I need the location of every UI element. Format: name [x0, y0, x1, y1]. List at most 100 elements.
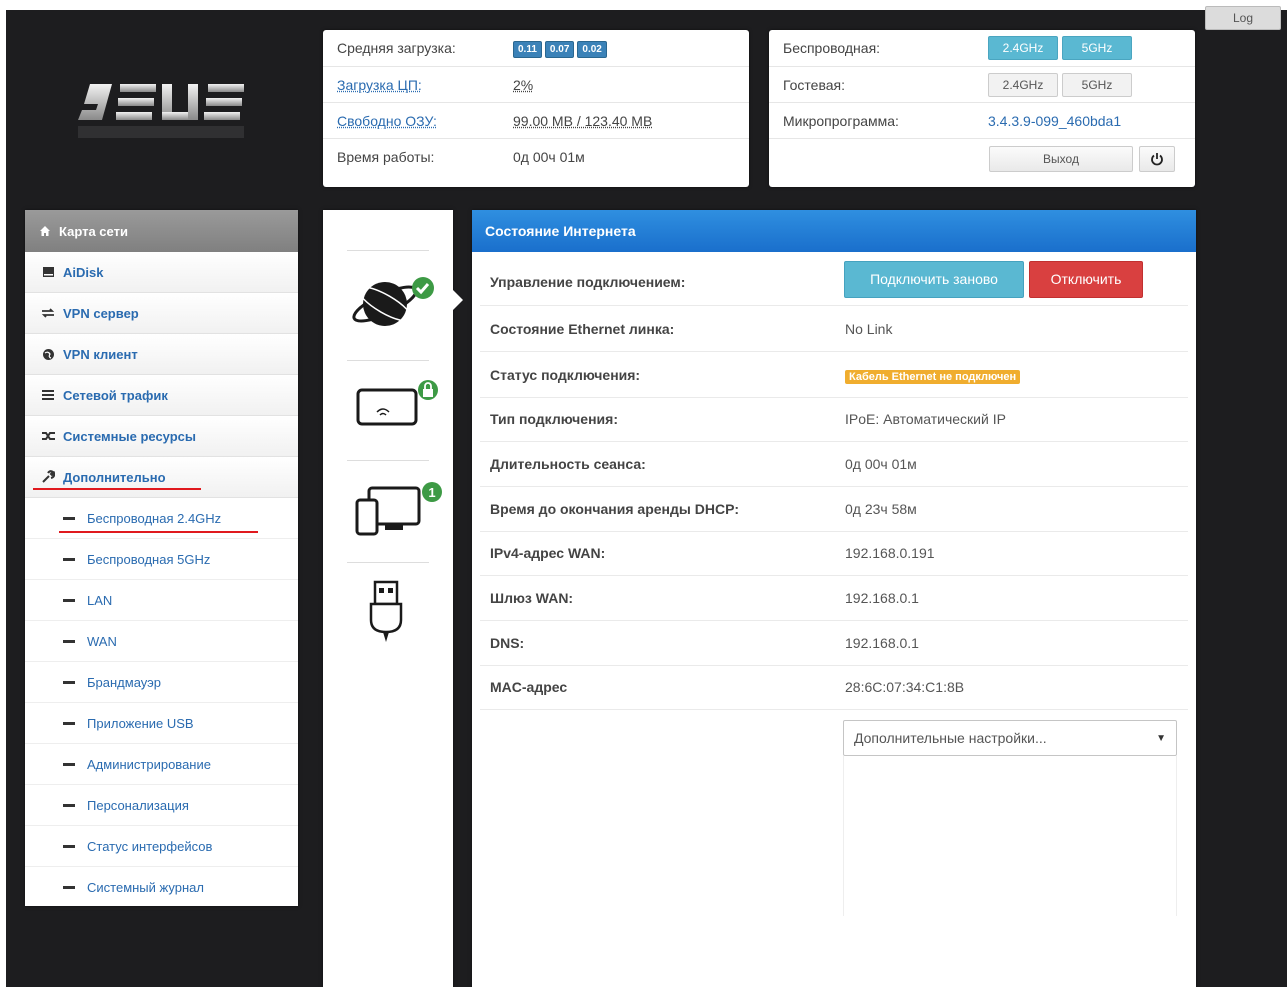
devices-icon: 1: [355, 482, 442, 536]
panel-title: Состояние Интернета: [472, 210, 1196, 252]
avg-load-5min: 0.07: [544, 40, 575, 58]
sidebar-header-label: Карта сети: [59, 223, 128, 239]
network-icon-column: 1: [323, 210, 453, 987]
sidebar-sub-label: Приложение USB: [87, 715, 194, 731]
traffic-icon: [39, 389, 57, 401]
sidebar-sub-personalization[interactable]: Персонализация: [25, 785, 298, 826]
wireless-clients-icon: [356, 380, 438, 426]
dns-row: DNS: 192.168.0.1: [480, 621, 1188, 666]
dash-icon: [63, 639, 75, 643]
sidebar-sub-interface-status[interactable]: Статус интерфейсов: [25, 826, 298, 867]
sidebar-sub-label: Персонализация: [87, 797, 189, 813]
globe-icon: [39, 348, 57, 361]
advanced-settings-area: [843, 756, 1177, 916]
session-label: Длительность сеанса:: [490, 456, 646, 472]
sidebar-sub-wan[interactable]: WAN: [25, 621, 298, 662]
wireless-clients-button[interactable]: [355, 380, 445, 440]
guest-24-button[interactable]: 2.4GHz: [988, 72, 1058, 97]
sidebar-sub-lan[interactable]: LAN: [25, 580, 298, 621]
guest-5-button[interactable]: 5GHz: [1062, 72, 1132, 97]
lease-label: Время до окончания аренды DHCP:: [490, 501, 740, 517]
lease-row: Время до окончания аренды DHCP: 0д 23ч 5…: [480, 487, 1188, 532]
vpn-server-icon: [39, 307, 57, 319]
connection-type-row: Тип подключения: IPoE: Автоматический IP: [480, 397, 1188, 442]
sidebar-item-traffic[interactable]: Сетевой трафик: [25, 375, 298, 416]
wireless-status-card: Беспроводная: 2.4GHz 5GHz Гостевая: 2.4G…: [769, 30, 1195, 187]
sidebar-item-advanced[interactable]: Дополнительно: [25, 457, 298, 498]
ethernet-value: No Link: [845, 321, 893, 337]
sidebar-item-label: VPN сервер: [63, 305, 139, 321]
home-icon: [39, 225, 51, 237]
disconnect-button[interactable]: Отключить: [1029, 261, 1143, 298]
sidebar-sub-label: Системный журнал: [87, 880, 204, 895]
wan-ip-label: IPv4-адрес WAN:: [490, 545, 606, 561]
gateway-row: Шлюз WAN: 192.168.0.1: [480, 576, 1188, 621]
guest-label: Гостевая:: [783, 76, 846, 93]
selection-pointer: [453, 290, 463, 310]
logout-button[interactable]: Выход: [989, 146, 1133, 172]
wan-ip-row: IPv4-адрес WAN: 192.168.0.191: [480, 531, 1188, 576]
internet-status-button[interactable]: [351, 268, 441, 338]
uptime-row: Время работы: 0д 00ч 01м: [323, 139, 749, 175]
sidebar-item-label: Системные ресурсы: [63, 428, 197, 444]
gateway-value: 192.168.0.1: [845, 590, 919, 606]
status-badge: Кабель Ethernet не подключен: [845, 370, 1021, 384]
session-value: 0д 00ч 01м: [845, 456, 917, 472]
firmware-row: Микропрограмма: 3.4.3.9-099_460bda1: [769, 103, 1195, 139]
advanced-settings-select[interactable]: Дополнительные настройки... ▼: [843, 720, 1177, 756]
cpu-row: Загрузка ЦП: 2%: [323, 67, 749, 103]
sidebar-item-label: Сетевой трафик: [63, 387, 168, 403]
wireless-label: Беспроводная:: [783, 40, 881, 56]
mac-row: MAC-адрес 28:6C:07:34:C1:8B: [480, 665, 1188, 710]
advanced-settings-value: Дополнительные настройки...: [854, 730, 1047, 746]
cpu-link[interactable]: Загрузка ЦП:: [337, 77, 513, 93]
ethernet-label: Состояние Ethernet линка:: [490, 321, 675, 337]
wireless-24-button[interactable]: 2.4GHz: [988, 36, 1058, 60]
sidebar-item-aidisk[interactable]: AiDisk: [25, 252, 298, 293]
sidebar-sub-system-log[interactable]: Системный журнал: [25, 867, 298, 908]
sidebar-item-network-map[interactable]: Карта сети: [25, 210, 298, 252]
connection-type-label: Тип подключения:: [490, 411, 618, 427]
log-button[interactable]: Log: [1205, 6, 1281, 30]
firmware-link[interactable]: 3.4.3.9-099_460bda1: [988, 113, 1121, 129]
sidebar-item-resources[interactable]: Системные ресурсы: [25, 416, 298, 457]
dns-label: DNS:: [490, 635, 525, 651]
mac-label: MAC-адрес: [490, 679, 568, 695]
dash-icon: [63, 516, 75, 520]
resources-icon: [39, 430, 57, 442]
usb-button[interactable]: [367, 580, 417, 650]
avg-load-values: 0.11 0.07 0.02: [513, 39, 610, 58]
sidebar-item-vpn-server[interactable]: VPN сервер: [25, 293, 298, 334]
sidebar-sub-firewall[interactable]: Брандмауэр: [25, 662, 298, 703]
connection-type-value: IPoE: Автоматический IP: [845, 411, 1006, 427]
sidebar-item-vpn-client[interactable]: VPN клиент: [25, 334, 298, 375]
wrench-icon: [39, 470, 57, 484]
uptime-value: 0д 00ч 01м: [513, 149, 585, 165]
clients-button[interactable]: 1: [355, 478, 445, 543]
sidebar-sub-label: Беспроводная 2.4GHz: [87, 510, 222, 526]
sidebar-sub-wireless-5[interactable]: Беспроводная 5GHz: [25, 539, 298, 580]
dash-icon: [63, 762, 75, 766]
reboot-button[interactable]: [1139, 146, 1175, 172]
sidebar-sub-administration[interactable]: Администрирование: [25, 744, 298, 785]
reconnect-button[interactable]: Подключить заново: [844, 261, 1024, 298]
sidebar-sub-usb-app[interactable]: Приложение USB: [25, 703, 298, 744]
system-status-card: Средняя загрузка: 0.11 0.07 0.02 Загрузка …: [323, 30, 749, 187]
dash-icon: [63, 803, 75, 807]
connection-status-row: Статус подключения: Кабель Ethernet не п…: [480, 353, 1188, 398]
ram-link[interactable]: Свободно ОЗУ:: [337, 113, 513, 129]
wireless-5-button[interactable]: 5GHz: [1062, 36, 1132, 60]
lease-value: 0д 23ч 58м: [845, 501, 917, 517]
avg-load-row: Средняя загрузка: 0.11 0.07 0.02: [323, 30, 749, 67]
gateway-label: Шлюз WAN:: [490, 590, 574, 606]
sidebar-sub-label: Беспроводная 5GHz: [87, 551, 211, 567]
annotation-underline-advanced: [33, 488, 201, 490]
wireless-row: Беспроводная: 2.4GHz 5GHz: [769, 30, 1195, 67]
uptime-label: Время работы:: [337, 149, 435, 165]
sidebar-sub-label: Администрирование: [87, 756, 211, 772]
ram-value: 99.00 MB / 123.40 MB: [513, 112, 653, 129]
avg-load-label: Средняя загрузка:: [337, 40, 456, 56]
dash-icon: [63, 886, 75, 889]
sidebar: Карта сети AiDisk VPN сервер VPN клиент …: [25, 210, 298, 906]
dash-icon: [63, 721, 75, 725]
